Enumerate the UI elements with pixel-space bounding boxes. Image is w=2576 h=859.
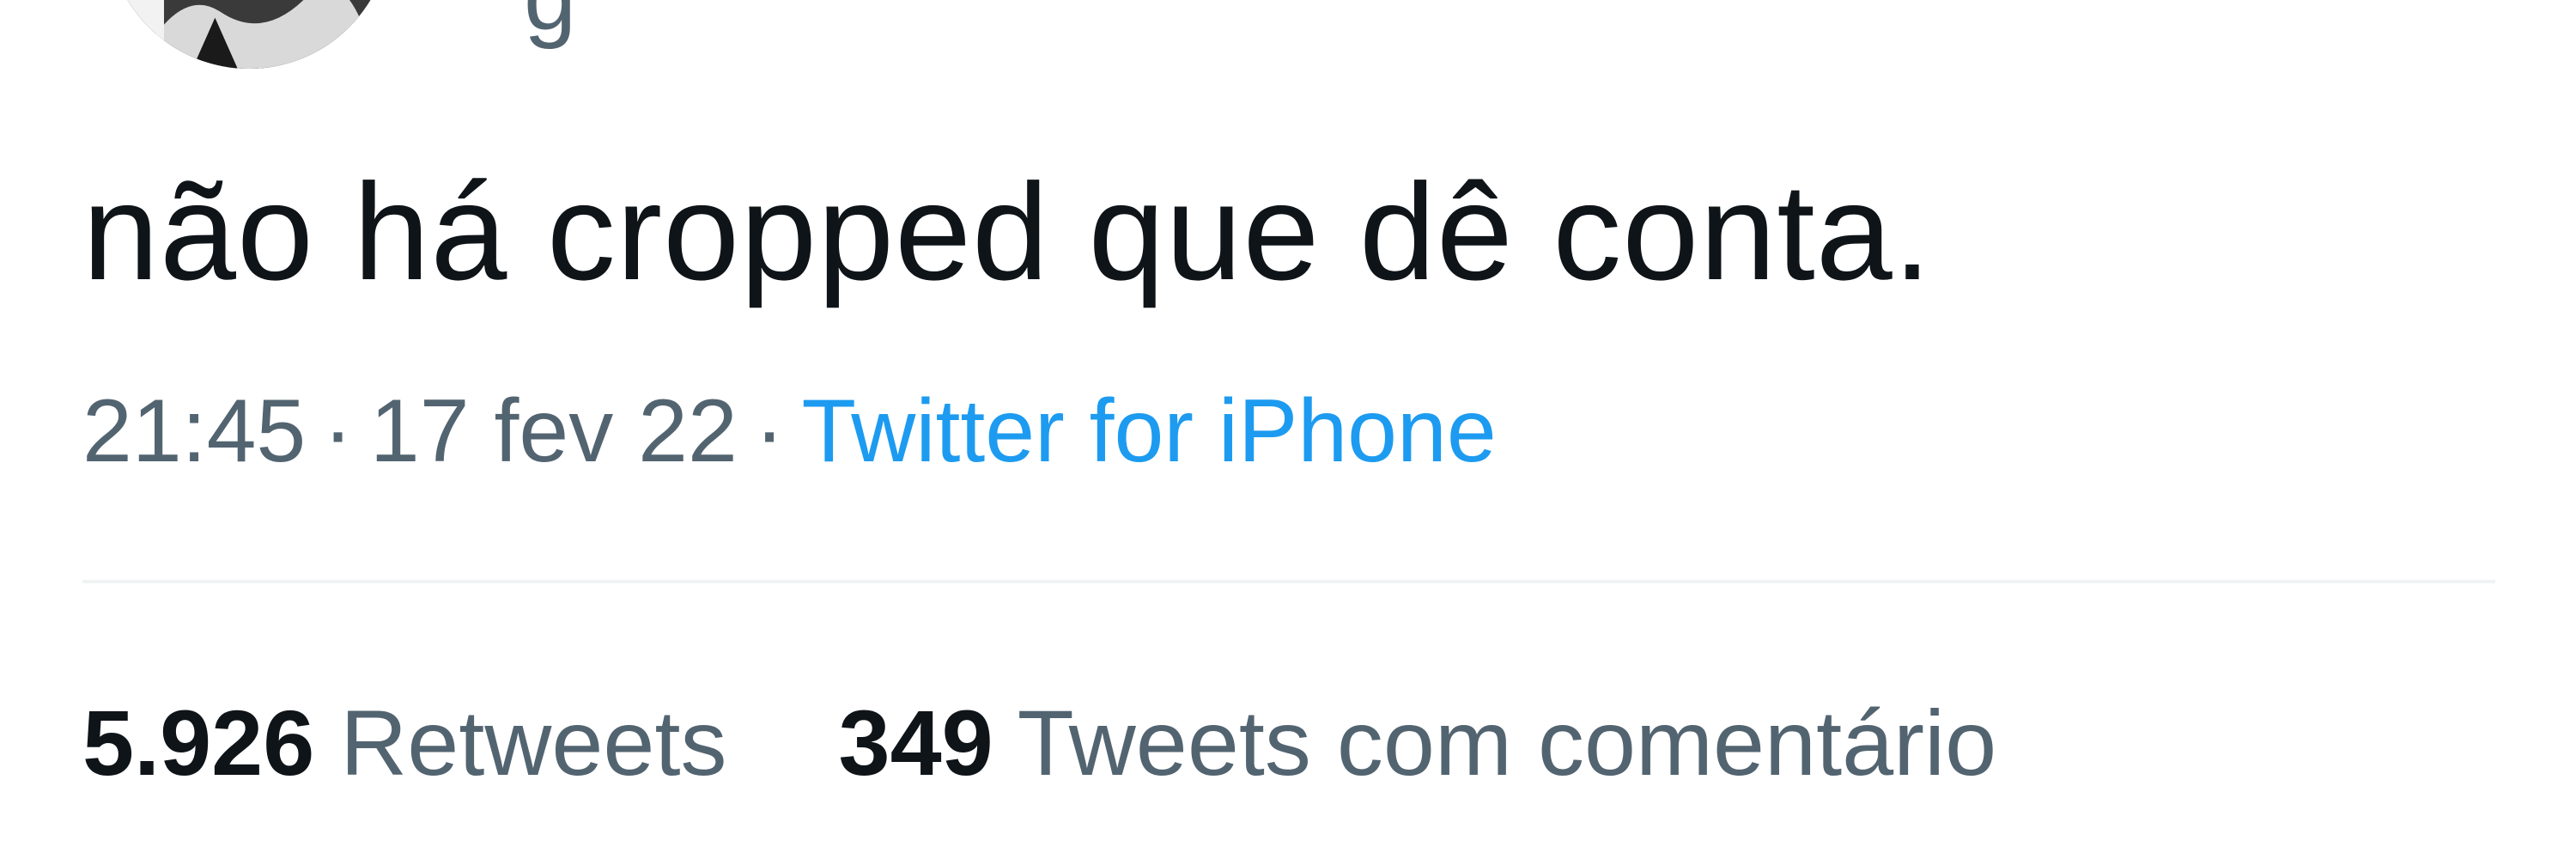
- divider: [82, 580, 2495, 583]
- author-handle-fragment[interactable]: g: [524, 0, 576, 45]
- avatar[interactable]: [107, 0, 391, 69]
- tweet-text: não há cropped que dê conta.: [82, 155, 1933, 308]
- retweets-stat[interactable]: 5.926 Retweets: [82, 691, 753, 795]
- quote-tweets-count: 349: [838, 691, 993, 795]
- quote-tweets-stat[interactable]: 349 Tweets com comentário: [839, 691, 1997, 795]
- retweets-count: 5.926: [82, 691, 315, 795]
- tweet-time[interactable]: 21:45: [82, 381, 306, 481]
- tweet-source-link[interactable]: Twitter for iPhone: [801, 381, 1496, 481]
- retweets-label: Retweets: [340, 691, 727, 795]
- tweet-stats: 5.926 Retweets 349 Tweets com comentário: [82, 687, 1996, 799]
- quote-tweets-label: Tweets com comentário: [1017, 691, 1997, 795]
- tweet-date[interactable]: 17 fev 22: [370, 381, 738, 481]
- tweet-metadata: 21:45 · 17 fev 22 · Twitter for iPhone: [82, 378, 1497, 484]
- meta-separator: ·: [754, 381, 785, 481]
- meta-separator: ·: [323, 381, 353, 481]
